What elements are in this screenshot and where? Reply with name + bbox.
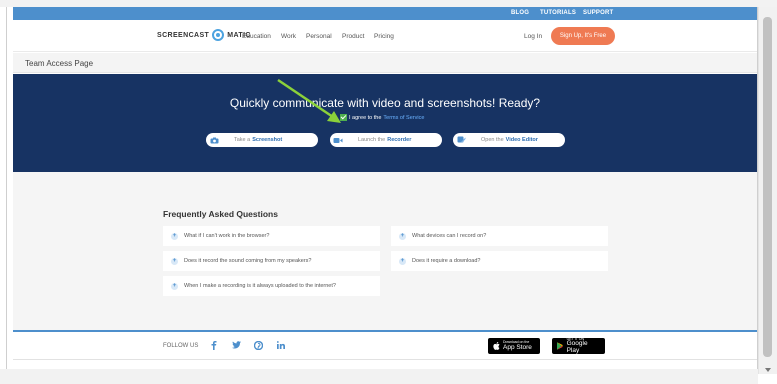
plus-icon: + <box>171 257 178 265</box>
faq-question: When I make a recording is it always upl… <box>184 283 336 289</box>
editor-strong: Video Editor <box>505 137 538 143</box>
screenshot-strong: Screenshot <box>252 137 283 143</box>
faq-item[interactable]: + Does it require a download? <box>391 251 608 271</box>
app-store-big: App Store <box>503 343 532 351</box>
faq-item[interactable]: + When I make a recording is it always u… <box>163 276 380 296</box>
faq-question: Does it require a download? <box>412 258 481 264</box>
nav-support-link[interactable]: SUPPORT <box>583 10 613 16</box>
faq-question: What devices can I record on? <box>412 233 487 239</box>
faq-title: Frequently Asked Questions <box>163 209 278 219</box>
facebook-icon[interactable] <box>211 341 217 352</box>
take-screenshot-button[interactable]: Take a Screenshot <box>206 133 318 147</box>
nav-product[interactable]: Product <box>342 33 364 40</box>
login-link[interactable]: Log In <box>524 33 542 40</box>
faq-item[interactable]: + Does it record the sound coming from m… <box>163 251 380 271</box>
nav-tutorials-link[interactable]: TUTORIALS <box>540 10 576 16</box>
apple-icon <box>493 342 500 350</box>
google-play-button[interactable]: GET IT ON Google Play <box>552 337 605 354</box>
recorder-prefix: Launch the <box>358 137 386 143</box>
terms-label: I agree to the <box>349 114 382 121</box>
app-store-button[interactable]: Download on the App Store <box>488 338 540 354</box>
hero-banner: Quickly communicate with video and scree… <box>13 74 757 172</box>
nav-personal[interactable]: Personal <box>306 33 332 40</box>
plus-icon: + <box>171 282 178 290</box>
plus-icon: + <box>171 232 178 240</box>
launch-recorder-button[interactable]: Launch the Recorder <box>330 133 442 147</box>
faq-question: What if I can't work in the browser? <box>184 233 270 239</box>
open-video-editor-button[interactable]: Open the Video Editor <box>453 133 565 147</box>
faq-section: Frequently Asked Questions + What if I c… <box>13 172 757 330</box>
google-play-big: Google Play <box>566 340 588 354</box>
camera-icon <box>208 137 220 144</box>
footer: FOLLOW US Download on the App Store GET … <box>13 332 757 360</box>
annotation-arrow-icon <box>277 78 341 123</box>
scrollbar-thumb[interactable] <box>763 17 772 357</box>
page-header-bar: Team Access Page <box>13 53 757 73</box>
brand-left: SCREENCAST <box>157 31 210 39</box>
window-left-edge <box>6 7 7 369</box>
screenshot-prefix: Take a <box>234 137 251 143</box>
faq-item[interactable]: + What devices can I record on? <box>391 226 608 246</box>
vertical-scrollbar[interactable] <box>758 7 777 374</box>
edit-icon <box>455 136 467 144</box>
utility-nav: BLOG TUTORIALS SUPPORT <box>13 7 757 20</box>
pinterest-icon[interactable] <box>253 340 264 352</box>
editor-prefix: Open the <box>481 137 504 143</box>
recorder-strong: Recorder <box>387 137 412 143</box>
google-play-icon <box>557 342 564 350</box>
faq-question: Does it record the sound coming from my … <box>184 258 312 264</box>
faq-item[interactable]: + What if I can't work in the browser? <box>163 226 380 246</box>
nav-blog-link[interactable]: BLOG <box>511 10 529 16</box>
twitter-icon[interactable] <box>232 341 241 351</box>
terms-of-service-link[interactable]: Terms of Service <box>383 115 424 121</box>
main-nav: SCREENCAST MATIC Education Work Personal… <box>13 20 757 52</box>
nav-education[interactable]: Education <box>242 33 271 40</box>
terms-agreement: I agree to the Terms of Service <box>340 114 424 121</box>
brand-logo[interactable]: SCREENCAST MATIC <box>157 29 251 41</box>
plus-icon: + <box>399 257 406 265</box>
bottom-strip <box>0 369 758 384</box>
linkedin-icon[interactable] <box>276 341 285 351</box>
logo-icon <box>212 29 225 41</box>
page-title: Team Access Page <box>25 59 94 68</box>
nav-pricing[interactable]: Pricing <box>374 33 394 40</box>
follow-us-label: FOLLOW US <box>163 343 199 349</box>
nav-work[interactable]: Work <box>281 33 296 40</box>
hero-title: Quickly communicate with video and scree… <box>229 96 541 110</box>
scroll-down-arrow-icon[interactable] <box>765 368 771 372</box>
plus-icon: + <box>399 232 406 240</box>
video-camera-icon <box>332 137 344 144</box>
signup-button[interactable]: Sign Up, It's Free <box>551 27 615 45</box>
browser-top-strip <box>0 0 777 7</box>
